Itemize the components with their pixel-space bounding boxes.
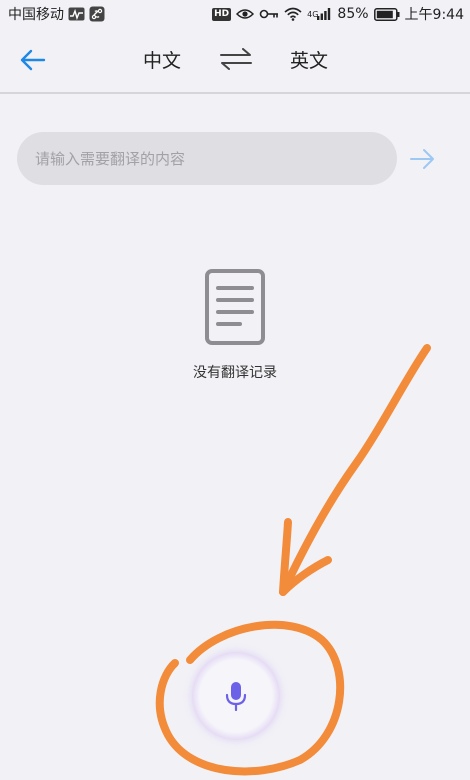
back-button[interactable] — [14, 44, 50, 76]
empty-state-message: 没有翻译记录 — [193, 365, 277, 381]
document-icon — [205, 269, 265, 345]
microphone-icon — [225, 682, 247, 711]
battery-percent: 85% — [337, 6, 369, 22]
send-arrow-icon — [410, 149, 434, 169]
target-language-button[interactable]: 英文 — [290, 46, 328, 73]
send-button[interactable] — [406, 145, 440, 173]
voice-input-button[interactable] — [192, 652, 280, 740]
link-icon — [89, 6, 105, 22]
annotation-arrow-head — [279, 518, 332, 596]
activity-icon — [68, 7, 85, 21]
annotation-arrow-stroke — [279, 344, 431, 596]
status-left: 中国移动 — [0, 4, 105, 24]
signal-icon: 4G — [307, 7, 332, 21]
carrier-name: 中国移动 — [8, 7, 64, 23]
back-arrow-icon — [20, 49, 46, 71]
eye-icon — [236, 8, 255, 20]
translate-input[interactable] — [17, 132, 397, 185]
swap-languages-button[interactable] — [218, 44, 254, 74]
status-right: HD 4G 85% 上午9:44 — [212, 4, 470, 24]
wifi-icon — [284, 7, 302, 21]
status-bar: 中国移动 HD 4G 85% 上午9:44 — [0, 0, 470, 28]
clock: 上午9:44 — [404, 7, 464, 23]
source-language-button[interactable]: 中文 — [143, 46, 181, 73]
hd-badge: HD — [212, 7, 232, 21]
battery-icon — [373, 7, 400, 21]
app-header: 中文 英文 — [0, 28, 470, 92]
swap-icon — [220, 48, 252, 70]
empty-state: 没有翻译记录 — [0, 268, 470, 382]
header-divider — [0, 92, 470, 94]
key-icon — [259, 8, 279, 20]
